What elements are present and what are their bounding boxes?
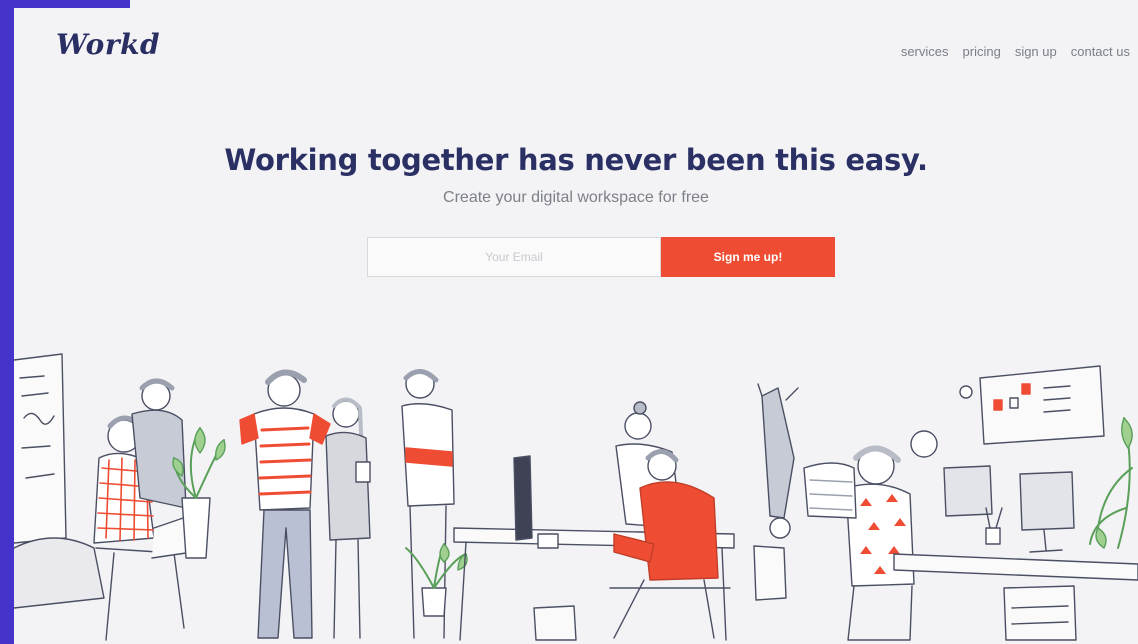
plant-center (405, 543, 468, 617)
email-input[interactable] (367, 237, 661, 277)
brand-logo[interactable]: Workd (56, 28, 160, 61)
person-woman-coffee (325, 397, 371, 639)
person-child-handstand (757, 383, 799, 539)
signup-form: Sign me up! (367, 237, 835, 277)
hero-subtitle: Create your digital workspace for free (443, 189, 709, 206)
plant-right (1089, 417, 1133, 549)
top-nav: services pricing sign up contact us (901, 44, 1130, 59)
window-frame-left (0, 0, 14, 644)
desktop-monitors-right (943, 465, 1075, 553)
person-woman-red-polka (845, 445, 915, 641)
landing-page: Workd services pricing sign up contact u… (14, 8, 1138, 644)
window-frame-top (14, 0, 130, 8)
pinboard-right (959, 365, 1105, 445)
whiteboard-left (14, 353, 67, 544)
hero-title: Working together has never been this eas… (224, 143, 928, 177)
nav-link-sign-up[interactable]: sign up (1015, 44, 1057, 59)
nav-link-contact-us[interactable]: contact us (1071, 44, 1130, 59)
sign-me-up-button[interactable]: Sign me up! (661, 237, 835, 277)
person-red-striped-shirt (239, 369, 331, 639)
person-standing-grey-jacket (131, 378, 187, 509)
nav-link-pricing[interactable]: pricing (963, 44, 1001, 59)
office-team-illustration (14, 353, 1138, 641)
nav-link-services[interactable]: services (901, 44, 949, 59)
